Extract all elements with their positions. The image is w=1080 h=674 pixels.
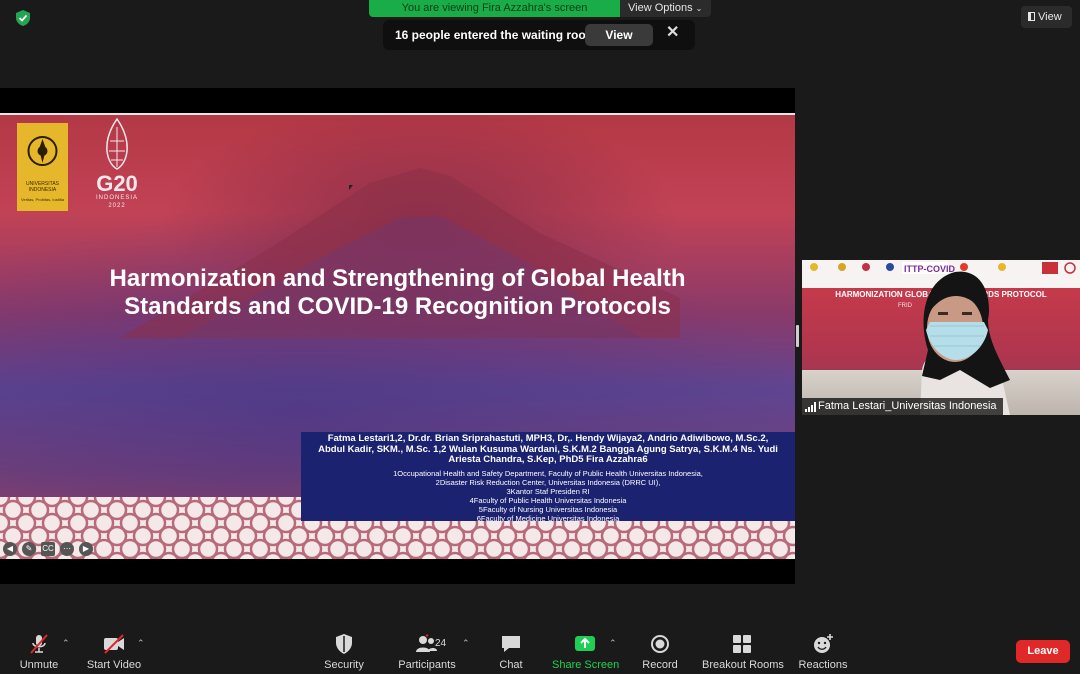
slide-title-line1: Harmonization and Strengthening of Globa… bbox=[109, 265, 686, 292]
authors-line: Fatma Lestari1,2, Dr.dr. Brian Sriprahas… bbox=[327, 433, 769, 444]
signal-strength-icon bbox=[805, 402, 816, 412]
video-options-caret-icon[interactable]: ⌃ bbox=[137, 638, 145, 649]
slide-title-line2: Standards and COVID-19 Recognition Proto… bbox=[124, 293, 671, 320]
universitas-indonesia-logo: UNIVERSITAS INDONESIA Veritas, Probitas,… bbox=[17, 123, 68, 211]
waiting-room-notification: 16 people entered the waiting room View … bbox=[383, 20, 695, 50]
g20-sub-indonesia: INDONESIA bbox=[95, 195, 138, 201]
viewing-screen-banner: You are viewing Fira Azzahra's screen bbox=[369, 0, 620, 17]
muted-microphone-icon bbox=[30, 634, 48, 654]
shared-screen[interactable]: UNIVERSITAS INDONESIA Veritas, Probitas,… bbox=[0, 88, 795, 584]
start-video-button[interactable]: Start Video bbox=[86, 633, 142, 673]
presentation-slide: UNIVERSITAS INDONESIA Veritas, Probitas,… bbox=[0, 113, 795, 559]
record-label: Record bbox=[642, 659, 678, 671]
view-layout-icon bbox=[1028, 12, 1035, 21]
chat-bubble-icon bbox=[502, 636, 520, 652]
participant-person bbox=[920, 271, 1010, 415]
record-icon bbox=[651, 635, 669, 653]
reactions-button[interactable]: Reactions bbox=[798, 633, 848, 673]
unmute-label: Unmute bbox=[19, 659, 59, 671]
participants-button[interactable]: 24 Participants bbox=[398, 633, 456, 673]
panel-splitter-handle[interactable] bbox=[796, 325, 799, 347]
participants-label: Participants bbox=[398, 659, 456, 671]
chevron-down-icon: ⌄ bbox=[695, 4, 703, 13]
ui-logo-motto: Veritas, Probitas, Iustitia bbox=[21, 197, 64, 202]
slide-title: Harmonization and Strengthening of Globa… bbox=[40, 265, 755, 321]
gunungan-emblem-icon bbox=[106, 117, 128, 170]
chat-label: Chat bbox=[499, 659, 523, 671]
participants-count: 24 bbox=[435, 638, 447, 649]
g20-text: G20 bbox=[96, 171, 138, 196]
breakout-rooms-label: Breakout Rooms bbox=[702, 659, 784, 671]
captions-icon[interactable]: CC bbox=[41, 542, 55, 556]
previous-slide-icon[interactable]: ◀ bbox=[3, 542, 17, 556]
waiting-room-view-button[interactable]: View bbox=[585, 24, 653, 46]
affiliations-list: 1Occupational Health and Safety Departme… bbox=[304, 469, 792, 523]
participant-video-tile[interactable]: ITTP-COVID HARMONIZATION GLOBAL ... STAN… bbox=[802, 260, 1080, 415]
authors-box: Fatma Lestari1,2, Dr.dr. Brian Sriprahas… bbox=[301, 432, 795, 523]
g20-indonesia-logo: G20 INDONESIA 2022 bbox=[86, 117, 148, 211]
participant-name-label: Fatma Lestari_Universitas Indonesia bbox=[802, 398, 1003, 415]
chat-button[interactable]: Chat bbox=[496, 633, 526, 673]
affiliation-item: 2Disaster Risk Reduction Center, Univers… bbox=[435, 478, 661, 487]
share-options-caret-icon[interactable]: ⌃ bbox=[609, 638, 617, 649]
participants-options-caret-icon[interactable]: ⌃ bbox=[462, 638, 470, 649]
waiting-room-message: 16 people entered the waiting room bbox=[395, 28, 597, 42]
view-options-label: View Options bbox=[628, 2, 693, 14]
pointer-icon[interactable]: ✎ bbox=[22, 542, 36, 556]
security-button[interactable]: Security bbox=[323, 633, 365, 673]
affiliation-item: 4Faculty of Public Health Universitas In… bbox=[469, 496, 627, 505]
meeting-toolbar: Unmute ⌃ Start Video ⌃ Security 24 Parti… bbox=[0, 630, 1080, 674]
security-label: Security bbox=[324, 659, 364, 671]
audio-options-caret-icon[interactable]: ⌃ bbox=[62, 638, 70, 649]
affiliation-item: 5Faculty of Nursing Universitas Indonesi… bbox=[478, 505, 618, 514]
affiliation-item: 6Faculty of Medicine Universitas Indones… bbox=[476, 514, 620, 523]
share-screen-icon bbox=[575, 636, 595, 651]
authors-list: Fatma Lestari1,2, Dr.dr. Brian Sriprahas… bbox=[304, 433, 792, 466]
reactions-smiley-icon bbox=[814, 634, 833, 653]
g20-sub-year: 2022 bbox=[108, 203, 126, 209]
start-video-label: Start Video bbox=[86, 659, 142, 671]
affiliation-item: 1Occupational Health and Safety Departme… bbox=[393, 469, 703, 478]
close-icon[interactable]: ✕ bbox=[666, 25, 680, 41]
affiliation-item: 3Kantor Staf Presiden RI bbox=[506, 487, 590, 496]
record-button[interactable]: Record bbox=[640, 633, 680, 673]
security-shield-icon bbox=[336, 634, 352, 654]
more-options-icon[interactable]: ⋯ bbox=[60, 542, 74, 556]
reactions-label: Reactions bbox=[798, 659, 848, 671]
view-options-button[interactable]: View Options ⌄ bbox=[620, 0, 711, 17]
participant-name: Fatma Lestari_Universitas Indonesia bbox=[818, 400, 997, 412]
encryption-shield-icon[interactable] bbox=[14, 9, 32, 27]
next-slide-icon[interactable]: ▶ bbox=[79, 542, 93, 556]
video-off-icon bbox=[104, 634, 124, 654]
share-screen-label: Share Screen bbox=[552, 659, 620, 671]
leave-button[interactable]: Leave bbox=[1016, 640, 1070, 663]
makara-emblem-icon bbox=[27, 136, 58, 166]
unmute-button[interactable]: Unmute bbox=[18, 633, 60, 673]
mouse-cursor-icon bbox=[349, 185, 353, 190]
breakout-rooms-icon bbox=[733, 635, 751, 653]
zoom-meeting-window: You are viewing Fira Azzahra's screen Vi… bbox=[0, 0, 1080, 674]
view-layout-label: View bbox=[1038, 11, 1062, 23]
breakout-rooms-button[interactable]: Breakout Rooms bbox=[702, 633, 784, 673]
ui-logo-text: UNIVERSITAS INDONESIA bbox=[26, 181, 59, 193]
view-layout-button[interactable]: View bbox=[1021, 6, 1072, 28]
authors-line: Ariesta Chandra, S.Kep, PhD5 Fira Azzahr… bbox=[448, 454, 648, 465]
